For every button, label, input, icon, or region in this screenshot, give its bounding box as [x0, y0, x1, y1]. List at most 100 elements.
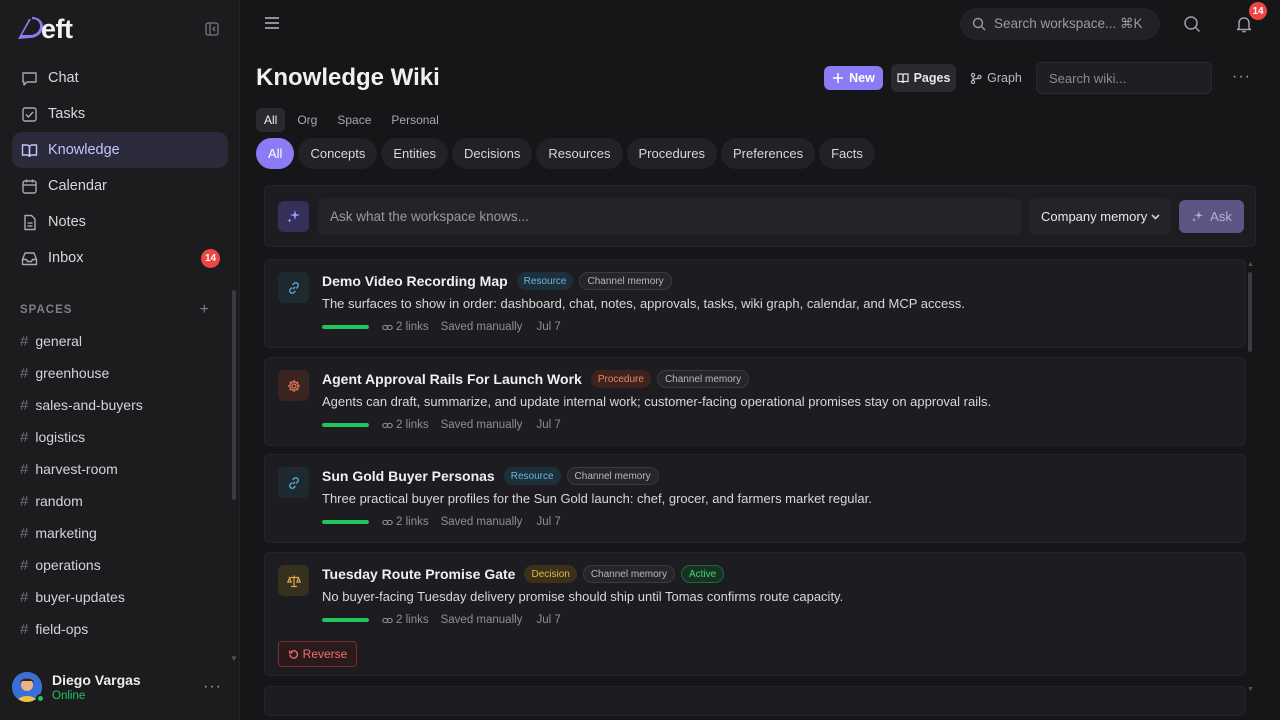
- chip-all[interactable]: All: [256, 138, 295, 169]
- workspace-search[interactable]: Search workspace... ⌘K: [960, 8, 1160, 40]
- nav-item-tasks[interactable]: Tasks: [12, 96, 228, 132]
- space-item-sales-and-buyers[interactable]: # sales-and-buyers: [20, 389, 220, 421]
- link-icon: [382, 617, 393, 623]
- nav-item-notes[interactable]: Notes: [12, 204, 228, 240]
- menu-icon[interactable]: [263, 14, 281, 32]
- links-count[interactable]: 2 links: [382, 419, 429, 431]
- chip-resources[interactable]: Resources: [536, 138, 623, 169]
- wiki-entry-card[interactable]: Demo Video Recording Map Resource Channe…: [264, 259, 1246, 348]
- wiki-entry-card[interactable]: Tuesday Route Promise Gate Decision Chan…: [264, 552, 1246, 676]
- scroll-down-arrow-icon[interactable]: ▼: [1247, 686, 1254, 693]
- space-item-marketing[interactable]: # marketing: [20, 517, 220, 549]
- bell-icon[interactable]: [1235, 15, 1253, 33]
- status-badge: Active: [680, 565, 725, 583]
- user-profile[interactable]: Diego Vargas Online ···: [12, 668, 228, 706]
- space-label: operations: [35, 557, 101, 573]
- main-scrollbar[interactable]: [1248, 272, 1252, 352]
- nav-item-knowledge[interactable]: Knowledge: [12, 132, 228, 168]
- space-item-operations[interactable]: # operations: [20, 549, 220, 581]
- add-space-icon[interactable]: +: [200, 301, 210, 319]
- space-label: harvest-room: [35, 461, 118, 477]
- more-options-icon[interactable]: ···: [1232, 68, 1251, 86]
- entry-title[interactable]: Demo Video Recording Map: [322, 273, 508, 289]
- entry-description: No buyer-facing Tuesday delivery promise…: [322, 589, 844, 604]
- strength-bar: [322, 618, 369, 622]
- memory-source-select[interactable]: Company memory: [1029, 198, 1171, 235]
- space-label: random: [35, 493, 83, 509]
- scope-tab-space[interactable]: Space: [329, 108, 379, 132]
- type-tag: Decision: [524, 565, 577, 583]
- space-item-harvest-room[interactable]: # harvest-room: [20, 453, 220, 485]
- space-label: field-ops: [35, 621, 89, 637]
- chip-facts[interactable]: Facts: [819, 138, 875, 169]
- new-button[interactable]: New: [824, 66, 883, 90]
- app-logo[interactable]: eft: [16, 14, 73, 44]
- graph-button-label: Graph: [987, 71, 1022, 85]
- entry-title[interactable]: Agent Approval Rails For Launch Work: [322, 371, 582, 387]
- links-count[interactable]: 2 links: [382, 614, 429, 626]
- nav-item-inbox[interactable]: Inbox 14: [12, 240, 228, 276]
- link-icon: [382, 519, 393, 525]
- link-icon: [278, 467, 309, 498]
- spaces-header: SPACES +: [20, 301, 210, 319]
- wiki-entry-card[interactable]: Agent Approval Rails For Launch Work Pro…: [264, 357, 1246, 446]
- search-icon: [972, 17, 986, 31]
- chip-entities[interactable]: Entities: [381, 138, 449, 169]
- ask-input[interactable]: Ask what the workspace knows...: [318, 198, 1021, 235]
- sidebar-scrollbar[interactable]: [232, 290, 236, 500]
- scroll-up-arrow-icon[interactable]: ▲: [1247, 261, 1254, 268]
- type-tag: Procedure: [590, 370, 651, 388]
- inbox-count-badge: 14: [201, 248, 220, 268]
- type-tag: Resource: [516, 272, 574, 290]
- scroll-down-arrow-icon[interactable]: ▼: [230, 654, 238, 663]
- space-label: greenhouse: [35, 365, 110, 381]
- scope-tag: Channel memory: [656, 370, 750, 388]
- scope-tab-all[interactable]: All: [256, 108, 286, 132]
- chip-preferences[interactable]: Preferences: [721, 138, 816, 169]
- wiki-entry-card[interactable]: [264, 686, 1246, 716]
- graph-icon: [970, 72, 982, 84]
- reverse-button-label: Reverse: [302, 647, 348, 661]
- entry-description: Agents can draft, summarize, and update …: [322, 394, 992, 409]
- space-item-general[interactable]: # general: [20, 325, 220, 357]
- chip-concepts[interactable]: Concepts: [298, 138, 378, 169]
- hash-icon: #: [20, 396, 29, 414]
- scope-tag: Channel memory: [579, 272, 672, 290]
- graph-view-button[interactable]: Graph: [966, 64, 1026, 92]
- memory-source-value: Company memory: [1041, 209, 1148, 224]
- space-item-greenhouse[interactable]: # greenhouse: [20, 357, 220, 389]
- search-icon[interactable]: [1183, 15, 1201, 33]
- space-item-random[interactable]: # random: [20, 485, 220, 517]
- pages-button-label: Pages: [913, 71, 951, 85]
- pages-view-button[interactable]: Pages: [891, 64, 956, 92]
- nav-item-chat[interactable]: Chat: [12, 60, 228, 96]
- space-item-logistics[interactable]: # logistics: [20, 421, 220, 453]
- user-menu-icon[interactable]: ···: [203, 678, 222, 696]
- hash-icon: #: [20, 332, 29, 350]
- page-title: Knowledge Wiki: [256, 64, 440, 91]
- wiki-entry-card[interactable]: Sun Gold Buyer Personas Resource Channel…: [264, 454, 1246, 543]
- chip-decisions[interactable]: Decisions: [452, 138, 533, 169]
- entry-date: Jul 7: [536, 614, 561, 626]
- links-count[interactable]: 2 links: [382, 516, 429, 528]
- entry-title[interactable]: Tuesday Route Promise Gate: [322, 566, 515, 582]
- entry-title[interactable]: Sun Gold Buyer Personas: [322, 468, 495, 484]
- strength-bar: [322, 325, 369, 329]
- chip-procedures[interactable]: Procedures: [626, 138, 717, 169]
- scope-tab-personal[interactable]: Personal: [383, 108, 446, 132]
- ask-panel: Ask what the workspace knows... Company …: [264, 185, 1256, 247]
- space-item-field-ops[interactable]: # field-ops: [20, 613, 220, 645]
- space-item-buyer-updates[interactable]: # buyer-updates: [20, 581, 220, 613]
- reverse-button[interactable]: Reverse: [278, 641, 357, 667]
- wiki-search-input[interactable]: Search wiki...: [1036, 62, 1212, 94]
- scope-tab-org[interactable]: Org: [289, 108, 325, 132]
- ask-button[interactable]: Ask: [1179, 200, 1244, 233]
- link-icon: [382, 422, 393, 428]
- collapse-sidebar-icon[interactable]: [203, 20, 221, 38]
- nav-item-calendar[interactable]: Calendar: [12, 168, 228, 204]
- strength-bar: [322, 423, 369, 427]
- sparkles-icon: [1192, 210, 1204, 223]
- hash-icon: #: [20, 492, 29, 510]
- space-label: buyer-updates: [35, 589, 125, 605]
- links-count[interactable]: 2 links: [382, 321, 429, 333]
